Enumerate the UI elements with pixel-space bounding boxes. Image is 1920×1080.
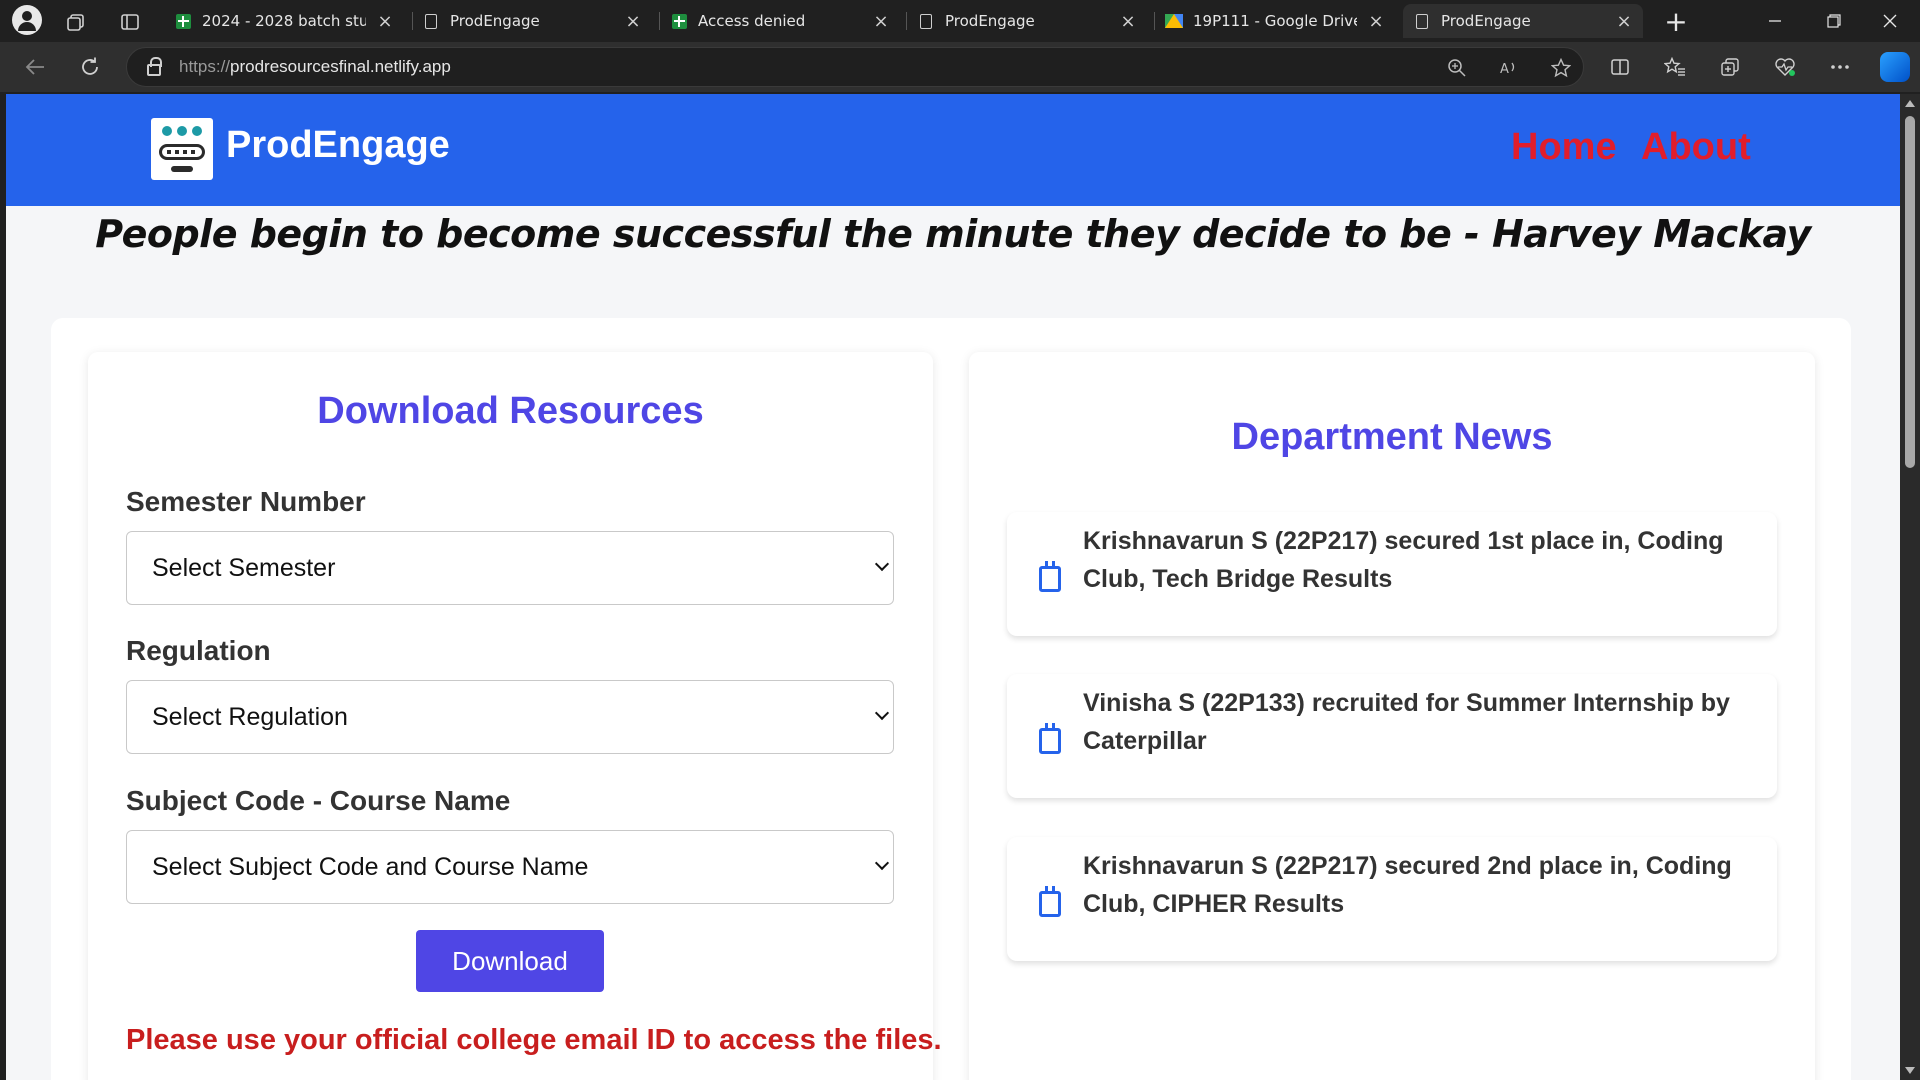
scrollbar-thumb[interactable]	[1905, 116, 1915, 468]
nav-home-link[interactable]: Home	[1511, 126, 1617, 169]
sheets-icon	[670, 12, 688, 30]
tab-title: Access denied	[698, 12, 806, 30]
refresh-icon[interactable]	[75, 52, 105, 82]
favorites-icon[interactable]	[1660, 52, 1690, 82]
tab-title: ProdEngage	[1441, 12, 1531, 30]
browser-tab-active[interactable]: ProdEngage ×	[1403, 4, 1643, 38]
prodengage-logo[interactable]	[151, 118, 213, 180]
news-text: Vinisha S (22P133) recruited for Summer …	[1083, 689, 1730, 755]
motivational-quote: People begin to become successful the mi…	[95, 212, 1811, 256]
close-tab-icon[interactable]: ×	[376, 11, 394, 32]
browser-tab[interactable]: 19P111 - Google Drive ×	[1155, 4, 1395, 38]
close-tab-icon[interactable]: ×	[1367, 11, 1385, 32]
close-tab-icon[interactable]: ×	[1119, 11, 1137, 32]
new-tab-button[interactable]: +	[1656, 5, 1696, 38]
department-news-title: Department News	[1231, 416, 1553, 458]
chevron-down-icon	[874, 705, 890, 721]
browser-tab[interactable]: Access denied ×	[660, 4, 900, 38]
vertical-tabs-icon[interactable]	[116, 8, 144, 36]
subject-selected-value: Select Subject Code and Course Name	[152, 852, 589, 881]
semester-select[interactable]: Select Semester	[126, 531, 894, 605]
tab-title: 2024 - 2028 batch studen	[202, 12, 366, 30]
scroll-down-arrow-icon[interactable]	[1905, 1067, 1915, 1074]
chevron-down-icon	[874, 855, 890, 871]
address-toolbar: https://prodresourcesfinal.netlify.app A	[0, 42, 1920, 92]
browser-tab[interactable]: ProdEngage ×	[907, 4, 1147, 38]
regulation-label: Regulation	[126, 635, 271, 666]
logo-conveyor-icon	[159, 144, 205, 160]
more-options-icon[interactable]	[1825, 52, 1855, 82]
page-viewport: ProdEngage Home About People begin to be…	[6, 94, 1900, 1080]
restore-icon[interactable]	[1814, 6, 1854, 36]
subject-select[interactable]: Select Subject Code and Course Name	[126, 830, 894, 904]
news-item[interactable]: Vinisha S (22P133) recruited for Summer …	[1007, 674, 1777, 798]
news-text: Krishnavarun S (22P217) secured 2nd plac…	[1083, 852, 1732, 918]
document-icon	[422, 12, 440, 30]
calendar-icon	[1039, 886, 1061, 917]
calendar-icon	[1039, 723, 1061, 754]
google-drive-icon	[1165, 12, 1183, 30]
tab-title: 19P111 - Google Drive	[1193, 12, 1357, 30]
collections-icon[interactable]	[1715, 52, 1745, 82]
logo-base	[171, 166, 193, 172]
scroll-up-arrow-icon[interactable]	[1905, 100, 1915, 107]
profile-avatar-icon[interactable]	[12, 5, 42, 35]
browser-tab[interactable]: ProdEngage ×	[412, 4, 652, 38]
document-icon	[917, 12, 935, 30]
close-tab-icon[interactable]: ×	[624, 11, 642, 32]
address-bar[interactable]: https://prodresourcesfinal.netlify.app A	[126, 47, 1584, 87]
news-text: Krishnavarun S (22P217) secured 1st plac…	[1083, 527, 1724, 593]
chevron-down-icon	[874, 556, 890, 572]
browser-tab-bar: 2024 - 2028 batch studen × ProdEngage × …	[0, 0, 1920, 42]
regulation-select[interactable]: Select Regulation	[126, 680, 894, 754]
close-tab-icon[interactable]: ×	[1615, 11, 1633, 32]
copilot-icon[interactable]	[1880, 52, 1910, 82]
favorite-star-icon[interactable]	[1549, 56, 1573, 80]
minimize-icon[interactable]	[1755, 6, 1795, 36]
read-aloud-icon[interactable]: A	[1497, 56, 1521, 80]
document-icon	[1413, 12, 1431, 30]
back-arrow-icon[interactable]	[20, 52, 50, 82]
browser-essentials-heart-icon[interactable]	[1770, 52, 1800, 82]
sheets-icon	[174, 12, 192, 30]
workspaces-icon[interactable]	[62, 8, 90, 36]
semester-selected-value: Select Semester	[152, 553, 336, 582]
zoom-icon[interactable]	[1445, 56, 1469, 80]
news-item[interactable]: Krishnavarun S (22P217) secured 2nd plac…	[1007, 837, 1777, 961]
svg-text:A: A	[1500, 62, 1509, 77]
news-item[interactable]: Krishnavarun S (22P217) secured 1st plac…	[1007, 512, 1777, 636]
page-scrollbar[interactable]	[1900, 94, 1920, 1080]
browser-tab[interactable]: 2024 - 2028 batch studen ×	[164, 4, 404, 38]
download-resources-title: Download Resources	[317, 390, 704, 432]
split-screen-icon[interactable]	[1605, 52, 1635, 82]
site-header: ProdEngage Home About	[6, 94, 1900, 206]
subject-label: Subject Code - Course Name	[126, 785, 511, 816]
download-button[interactable]: Download	[416, 930, 604, 992]
lock-icon[interactable]	[147, 57, 162, 76]
tab-title: ProdEngage	[450, 12, 540, 30]
logo-people-icon	[160, 126, 204, 142]
nav-about-link[interactable]: About	[1641, 126, 1751, 169]
email-notice: Please use your official college email I…	[126, 1024, 942, 1056]
url-text[interactable]: https://prodresourcesfinal.netlify.app	[179, 57, 451, 77]
brand-name[interactable]: ProdEngage	[226, 124, 450, 167]
tab-title: ProdEngage	[945, 12, 1035, 30]
calendar-icon	[1039, 561, 1061, 592]
regulation-selected-value: Select Regulation	[152, 702, 348, 731]
close-window-icon[interactable]	[1870, 6, 1910, 36]
close-tab-icon[interactable]: ×	[872, 11, 890, 32]
semester-label: Semester Number	[126, 486, 366, 517]
